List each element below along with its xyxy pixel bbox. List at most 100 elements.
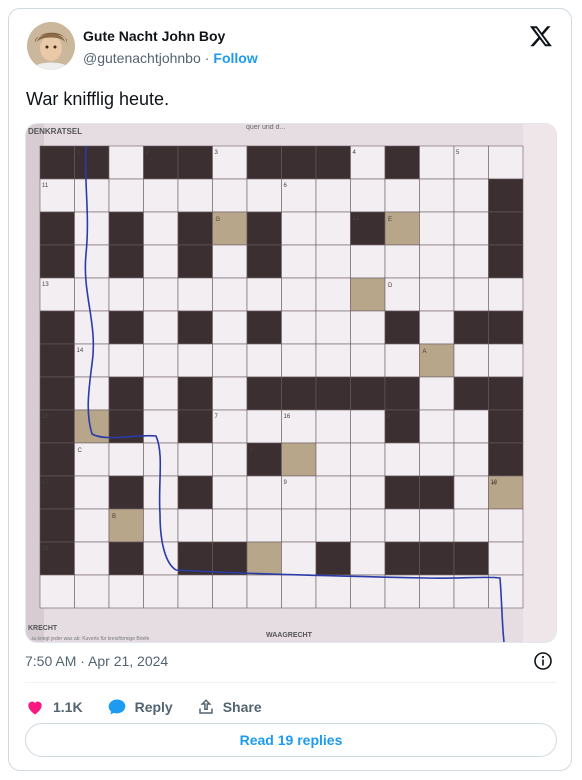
grid-cell-white [281, 541, 317, 576]
grid-cell-white [212, 442, 248, 477]
grid-cell-dark [384, 145, 420, 180]
grid-cell-shaded [350, 277, 386, 312]
grid-cell-dark [177, 475, 213, 510]
grid-cell-white [315, 178, 351, 213]
grid-cell-white [384, 442, 420, 477]
grid-cell-white [246, 178, 282, 213]
grid-cell-white [419, 442, 455, 477]
grid-cell-white [74, 178, 110, 213]
grid-cell-white [74, 475, 110, 510]
grid-cell-white [384, 574, 420, 609]
grid-cell-white [315, 442, 351, 477]
grid-cell-white [315, 211, 351, 246]
grid-cell-white [453, 343, 489, 378]
grid-cell-white [281, 310, 317, 345]
grid-cell-dark [39, 211, 75, 246]
grid-cell-dark [315, 145, 351, 180]
grid-cell-white [281, 574, 317, 609]
divider [25, 682, 557, 683]
grid-cell-white [384, 244, 420, 279]
grid-cell-white [453, 574, 489, 609]
grid-cell-dark [281, 145, 317, 180]
like-count: 1.1K [53, 699, 83, 715]
grid-cell-white [315, 475, 351, 510]
separator-dot: · [204, 50, 210, 66]
grid-cell-white [143, 409, 179, 444]
grid-cell-dark [488, 409, 524, 444]
grid-cell-white [74, 376, 110, 411]
grid-cell-white [488, 508, 524, 543]
x-logo-icon[interactable] [529, 24, 553, 48]
grid-cell-white [315, 277, 351, 312]
grid-cell-white [453, 178, 489, 213]
grid-cell-dark [488, 211, 524, 246]
avatar[interactable] [27, 22, 75, 70]
grid-cell-white [419, 574, 455, 609]
tweet-photo[interactable]: 1 2 3 4 5 6 11 12 13 14 15 16 7 8 17 9 10 18 G E D A C F H B I DEN… [25, 123, 557, 643]
grid-cell-dark [488, 244, 524, 279]
grid-cell-dark [108, 541, 144, 576]
timestamp[interactable]: 7:50 AM · Apr 21, 2024 [25, 653, 168, 669]
grid-cell-white [453, 409, 489, 444]
author-name[interactable]: Gute Nacht John Boy [83, 28, 225, 44]
grid-cell-white [246, 277, 282, 312]
grid-cell-white [384, 508, 420, 543]
share-label: Share [222, 699, 262, 715]
clue-number: 18 [42, 546, 49, 552]
grid-cell-white [488, 574, 524, 609]
grid-cell-white [143, 277, 179, 312]
grid-cell-dark [177, 211, 213, 246]
clue-number: 11 [42, 183, 49, 189]
photo-header-left: DENKRATSEL [28, 127, 82, 136]
info-icon[interactable] [533, 651, 553, 671]
shaded-letter: H [492, 481, 496, 487]
shaded-letter: A [423, 349, 427, 355]
grid-cell-white [143, 541, 179, 576]
grid-cell-white [453, 508, 489, 543]
grid-cell-white [246, 574, 282, 609]
grid-cell-white [453, 277, 489, 312]
follow-button[interactable]: Follow [213, 50, 257, 66]
like-button[interactable]: 1.1K [25, 697, 83, 717]
author-handle[interactable]: @gutenachtjohnbo [83, 50, 201, 66]
grid-cell-white [108, 343, 144, 378]
clue-number: 12 [353, 216, 360, 222]
shaded-letter: E [388, 217, 392, 223]
grid-cell-white [419, 409, 455, 444]
grid-cell-white [419, 145, 455, 180]
grid-cell-white [281, 343, 317, 378]
grid-cell-dark [488, 178, 524, 213]
grid-cell-white [74, 541, 110, 576]
grid-cell-dark [39, 145, 75, 180]
grid-cell-white [281, 277, 317, 312]
read-replies-button[interactable]: Read 19 replies [25, 723, 557, 757]
grid-cell-white [246, 343, 282, 378]
grid-cell-white [212, 178, 248, 213]
grid-cell-white [419, 310, 455, 345]
grid-cell-white [177, 574, 213, 609]
grid-cell-white [212, 574, 248, 609]
grid-cell-white [453, 475, 489, 510]
grid-cell-dark [246, 145, 282, 180]
clue-number: 15 [42, 414, 49, 420]
photo-footer-small: ...ia kriegt jeder was ab: Kuverts für k… [28, 636, 150, 642]
reply-button[interactable]: Reply [107, 697, 173, 717]
grid-cell-white [212, 277, 248, 312]
grid-cell-white [177, 442, 213, 477]
grid-cell-dark [453, 541, 489, 576]
grid-cell-white [419, 178, 455, 213]
grid-cell-white [108, 145, 144, 180]
grid-cell-white [350, 178, 386, 213]
grid-cell-dark [315, 541, 351, 576]
grid-cell-dark [177, 310, 213, 345]
grid-cell-shaded [281, 442, 317, 477]
grid-cell-white [74, 211, 110, 246]
grid-cell-dark [384, 310, 420, 345]
grid-cell-dark [453, 376, 489, 411]
grid-cell-white [177, 178, 213, 213]
grid-cell-dark [108, 211, 144, 246]
grid-cell-dark [39, 508, 75, 543]
share-button[interactable]: Share [197, 698, 262, 716]
grid-cell-white [143, 574, 179, 609]
grid-cell-white [453, 211, 489, 246]
